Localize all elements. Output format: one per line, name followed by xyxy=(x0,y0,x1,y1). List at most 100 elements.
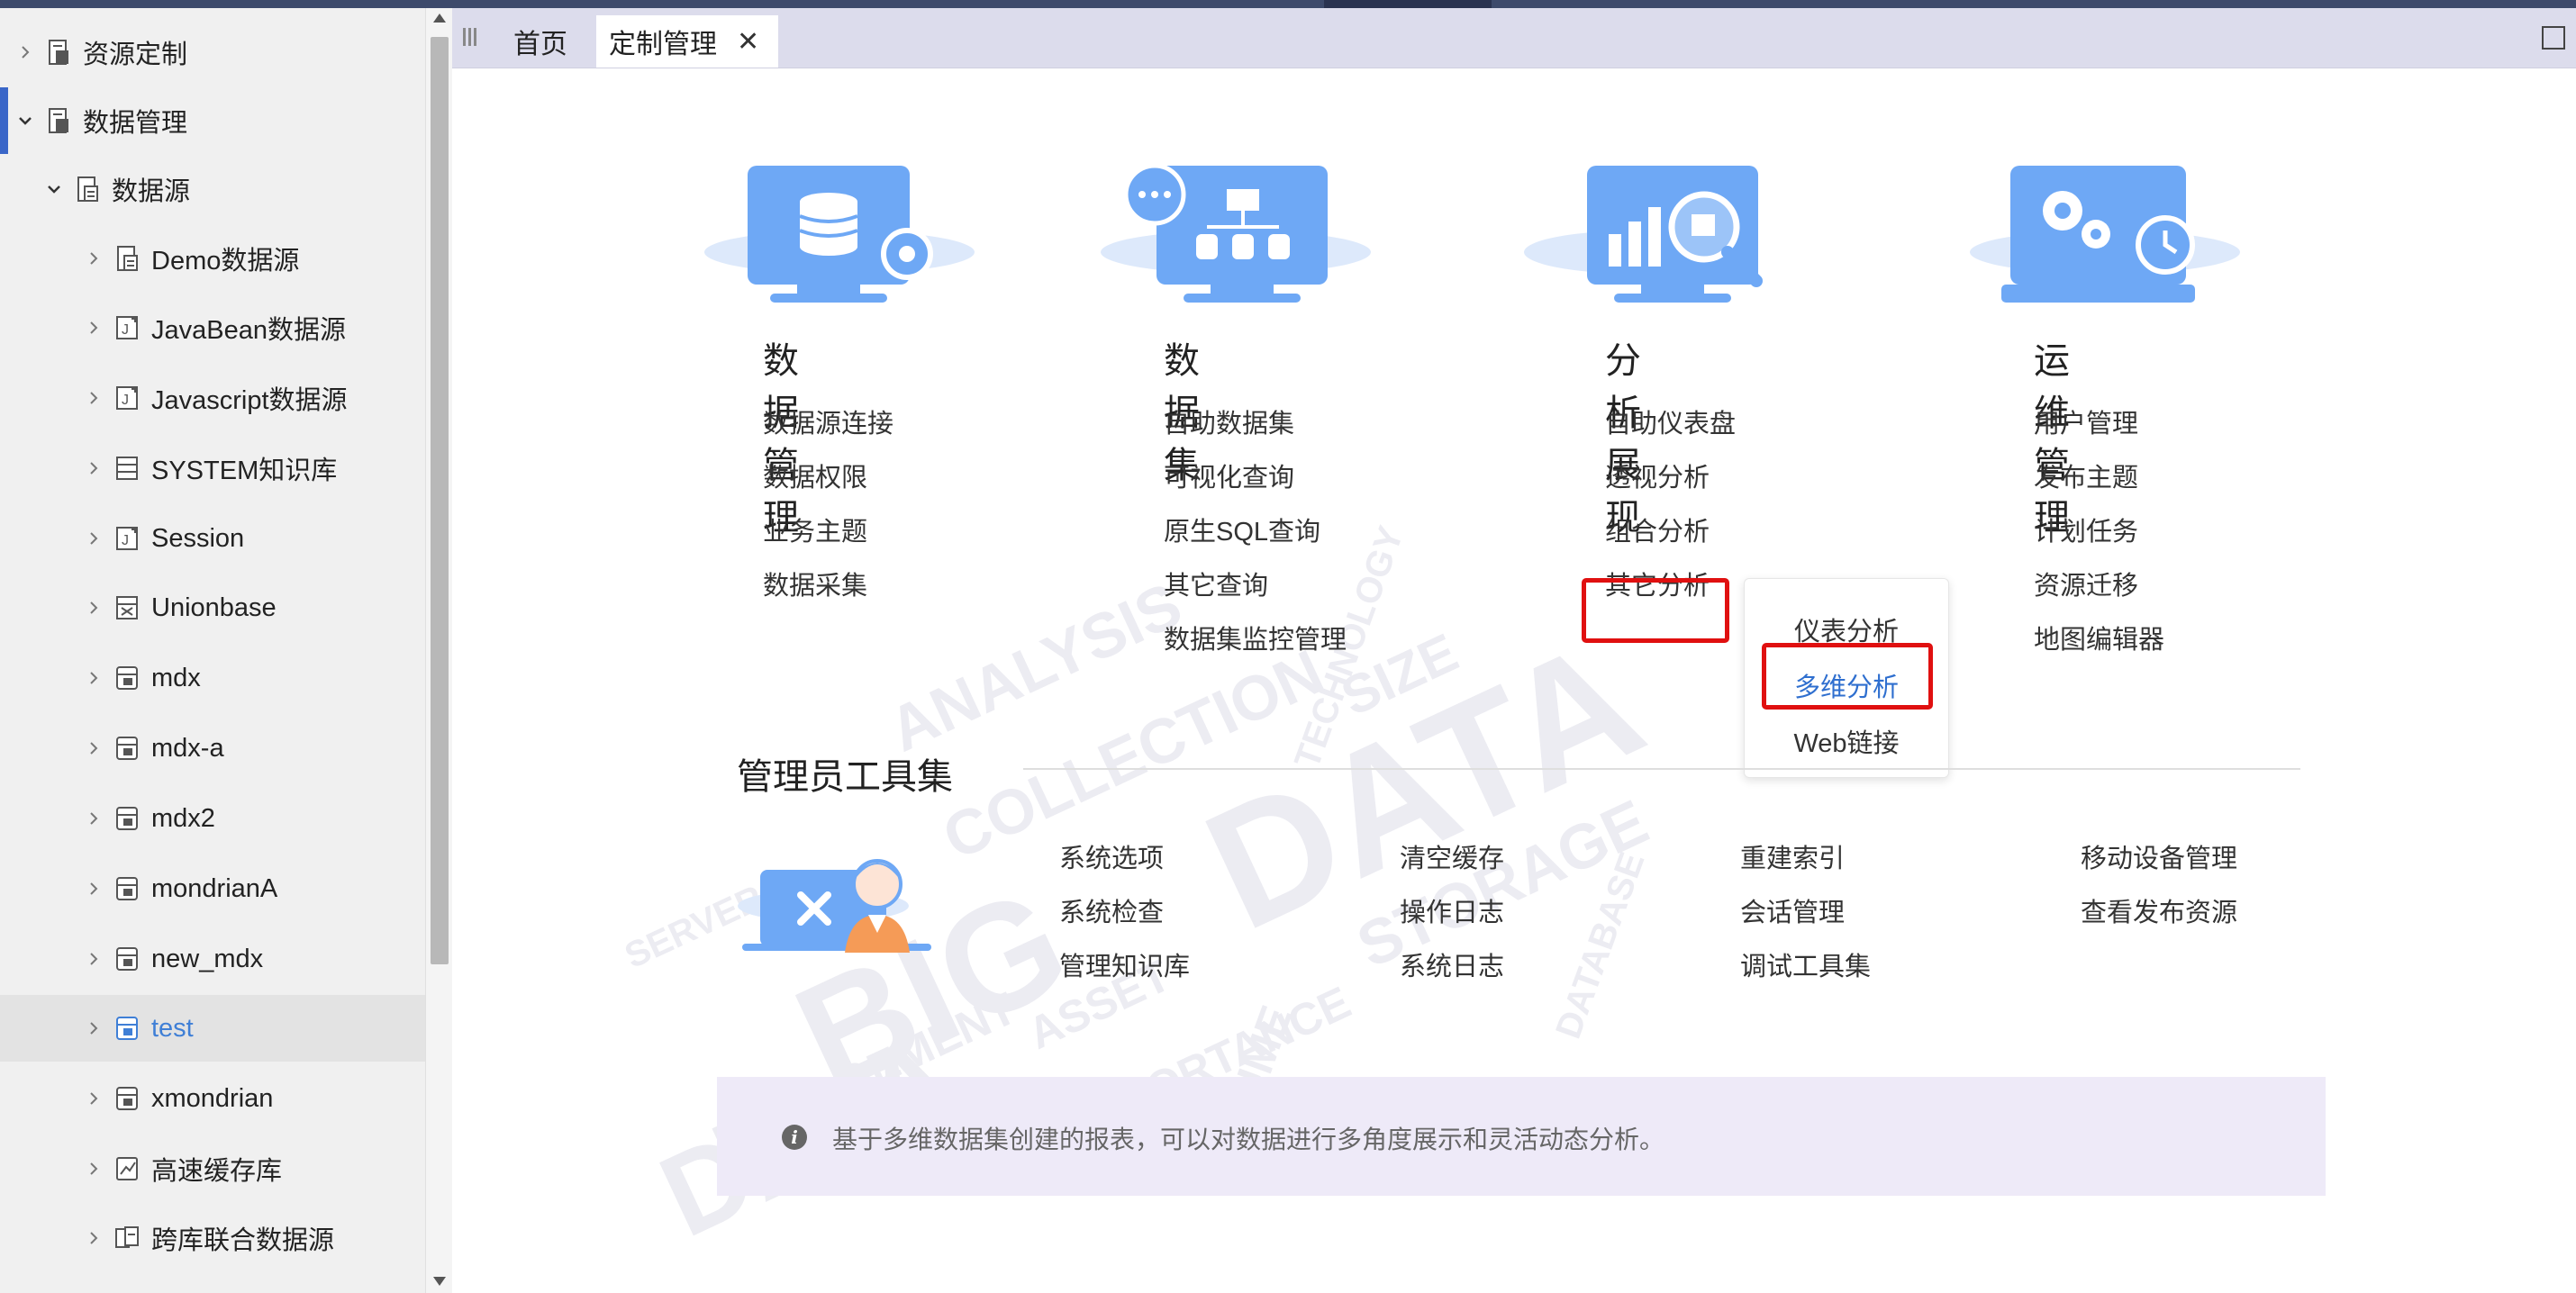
tree-node[interactable]: 数据管理 xyxy=(0,87,425,154)
link-other-analysis[interactable]: 其它分析 xyxy=(1605,559,1736,613)
menu-item-web-link[interactable]: Web链接 xyxy=(1745,716,1948,772)
tab-grip-icon[interactable] xyxy=(463,28,477,48)
link-map-editor[interactable]: 地图编辑器 xyxy=(2034,613,2164,667)
tree-node[interactable]: new_mdx xyxy=(0,926,425,992)
analysis-monitor-illustration xyxy=(1524,166,1763,303)
link-other-query[interactable]: 其它查询 xyxy=(1164,559,1347,613)
tree-node[interactable]: mdx xyxy=(0,645,425,711)
other-analysis-submenu: 仪表分析 多维分析 Web链接 xyxy=(1744,578,1949,778)
chevron-right-icon[interactable] xyxy=(81,246,106,271)
chevron-right-icon[interactable] xyxy=(81,665,106,691)
link-pivot-analysis[interactable]: 透视分析 xyxy=(1605,451,1736,505)
tree-node-label: JavaBean数据源 xyxy=(151,316,346,345)
link-combined-analysis[interactable]: 组合分析 xyxy=(1605,505,1736,559)
tab-custom-manage[interactable]: 定制管理 ✕ xyxy=(596,15,778,68)
chevron-right-icon[interactable] xyxy=(81,946,106,972)
scrollbar-thumb[interactable] xyxy=(431,37,449,964)
close-icon[interactable]: ✕ xyxy=(737,26,759,58)
chevron-down-icon[interactable] xyxy=(41,176,67,202)
chevron-right-icon[interactable] xyxy=(81,1016,106,1041)
chevron-right-icon[interactable] xyxy=(81,876,106,901)
admin-toolset-title: 管理员工具集 xyxy=(737,757,953,797)
link-self-service-dataset[interactable]: 自助数据集 xyxy=(1164,397,1347,451)
menu-item-multidimensional-analysis[interactable]: 多维分析 xyxy=(1745,660,1948,716)
link-operation-log[interactable]: 操作日志 xyxy=(1400,886,1504,940)
link-publish-theme[interactable]: 发布主题 xyxy=(2034,451,2164,505)
chevron-right-icon[interactable] xyxy=(81,1156,106,1181)
link-view-published-resources[interactable]: 查看发布资源 xyxy=(2081,886,2237,940)
chevron-right-icon[interactable] xyxy=(81,1225,106,1251)
mdx-icon xyxy=(113,1084,141,1113)
chevron-right-icon[interactable] xyxy=(81,806,106,831)
tree-node[interactable]: Demo数据源 xyxy=(0,225,425,292)
tree-node[interactable]: Unionbase xyxy=(0,574,425,641)
tree-node[interactable]: 高速缓存库 xyxy=(0,1135,425,1202)
scroll-up-arrow[interactable] xyxy=(433,14,446,23)
unionbase-icon xyxy=(113,593,141,622)
chevron-right-icon[interactable] xyxy=(81,736,106,761)
svg-text:J: J xyxy=(122,393,129,408)
link-debug-tools[interactable]: 调试工具集 xyxy=(1740,940,1871,994)
tree-node-label: 数据源 xyxy=(112,177,191,206)
tab-label: 定制管理 xyxy=(609,30,717,59)
link-mobile-device-management[interactable]: 移动设备管理 xyxy=(2081,832,2237,886)
link-manage-knowledge-base[interactable]: 管理知识库 xyxy=(1059,940,1190,994)
chevron-right-icon[interactable] xyxy=(13,40,38,65)
tree-node[interactable]: SYSTEM知识库 xyxy=(0,435,425,502)
chevron-right-icon[interactable] xyxy=(81,456,106,481)
tree-node[interactable]: J Javascript数据源 xyxy=(0,365,425,431)
chevron-right-icon[interactable] xyxy=(81,595,106,620)
tree-node-label: xmondrian xyxy=(151,1083,274,1113)
mdx-icon xyxy=(113,734,141,763)
link-system-options[interactable]: 系统选项 xyxy=(1059,832,1190,886)
tree-node-label: test xyxy=(151,1013,194,1043)
link-resource-migration[interactable]: 资源迁移 xyxy=(2034,559,2164,613)
tree-node[interactable]: xmondrian xyxy=(0,1065,425,1132)
tab-home[interactable]: 首页 xyxy=(488,15,593,68)
link-self-service-dashboard[interactable]: 自助仪表盘 xyxy=(1605,397,1736,451)
link-native-sql-query[interactable]: 原生SQL查询 xyxy=(1164,505,1347,559)
link-session-management[interactable]: 会话管理 xyxy=(1740,886,1871,940)
maximize-icon[interactable] xyxy=(2542,26,2565,50)
resource-icon xyxy=(45,38,72,67)
menu-item-dashboard-analysis[interactable]: 仪表分析 xyxy=(1745,604,1948,660)
chevron-right-icon[interactable] xyxy=(81,1086,106,1111)
svg-text:J: J xyxy=(122,533,129,548)
tree-node[interactable]: J Session xyxy=(0,505,425,572)
tree-node[interactable]: J JavaBean数据源 xyxy=(0,294,425,361)
tree-node-selected[interactable]: test xyxy=(0,995,425,1062)
tree-node[interactable]: 资源定制 xyxy=(0,19,425,86)
database-monitor-illustration xyxy=(704,166,975,303)
link-visual-query[interactable]: 可视化查询 xyxy=(1164,451,1347,505)
link-user-management[interactable]: 用户管理 xyxy=(2034,397,2164,451)
link-dataset-monitor[interactable]: 数据集监控管理 xyxy=(1164,613,1347,667)
tree-node[interactable]: mondrianA xyxy=(0,855,425,922)
tree-node[interactable]: 跨库联合数据源 xyxy=(0,1205,425,1271)
tree-node-label: 高速缓存库 xyxy=(151,1157,283,1186)
chevron-down-icon[interactable] xyxy=(13,108,38,133)
link-system-log[interactable]: 系统日志 xyxy=(1400,940,1504,994)
federated-db-icon xyxy=(113,1224,141,1252)
link-data-collection[interactable]: 数据采集 xyxy=(763,559,893,613)
chevron-right-icon[interactable] xyxy=(81,385,106,411)
link-scheduled-tasks[interactable]: 计划任务 xyxy=(2034,505,2164,559)
mdx-icon xyxy=(113,1014,141,1043)
link-data-permission[interactable]: 数据权限 xyxy=(763,451,893,505)
link-datasource-connection[interactable]: 数据源连接 xyxy=(763,397,893,451)
chevron-right-icon[interactable] xyxy=(81,315,106,340)
tree-node[interactable]: mdx2 xyxy=(0,785,425,852)
link-rebuild-index[interactable]: 重建索引 xyxy=(1740,832,1871,886)
link-system-check[interactable]: 系统检查 xyxy=(1059,886,1190,940)
chevron-right-icon[interactable] xyxy=(81,526,106,551)
link-clear-cache[interactable]: 清空缓存 xyxy=(1400,832,1504,886)
tree-node[interactable]: 数据源 xyxy=(0,156,425,222)
scroll-down-arrow[interactable] xyxy=(433,1277,446,1286)
dataset-monitor-illustration xyxy=(1101,163,1371,303)
admin-column-4: 移动设备管理 查看发布资源 xyxy=(2081,832,2237,940)
system-kb-icon xyxy=(113,454,141,483)
admin-column-1: 系统选项 系统检查 管理知识库 xyxy=(1059,832,1190,994)
tree-node[interactable]: mdx-a xyxy=(0,715,425,782)
sidebar-scrollbar[interactable] xyxy=(425,8,453,1293)
link-business-theme[interactable]: 业务主题 xyxy=(763,505,893,559)
tab-bar: 首页 定制管理 ✕ xyxy=(452,8,2576,68)
